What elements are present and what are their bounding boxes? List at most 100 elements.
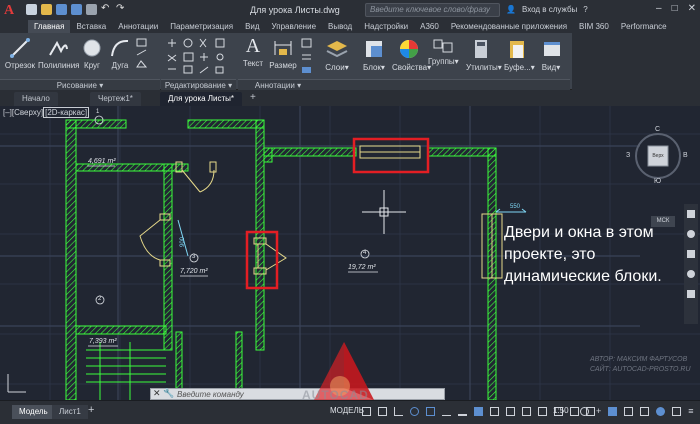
line-icon — [10, 38, 30, 58]
tab-model[interactable]: Модель — [12, 405, 55, 419]
tab-addins[interactable]: Надстройки — [358, 20, 414, 33]
save-icon[interactable] — [56, 4, 67, 15]
tab-view[interactable]: Вид — [239, 20, 265, 33]
user-icon[interactable]: 👤 — [506, 5, 516, 14]
viewport-controls[interactable]: [–][Сверху] [2D-каркас] — [3, 107, 90, 118]
annotation-scale[interactable]: 1:50 — [553, 406, 569, 415]
new-tab-button[interactable]: + — [250, 92, 256, 103]
tutorial-caption: Двери и окна в этом проекте, это динамич… — [504, 224, 662, 285]
author-watermark: АВТОР: МАКСИМ ФАРТУСОВ САЙТ: AUTOCAD-PRO… — [590, 355, 691, 375]
isolate-objects-icon[interactable] — [656, 407, 666, 416]
viewcube-north[interactable]: С — [655, 126, 660, 133]
save-as-icon[interactable] — [71, 4, 82, 15]
search-input[interactable]: Введите ключевое слово/фразу — [365, 3, 500, 17]
line-tool-button[interactable]: Отрезок — [4, 37, 36, 70]
room-area-4: 19,72 m² — [348, 264, 376, 271]
layers-button[interactable]: Слои▾ — [324, 37, 350, 72]
redo-icon[interactable]: ↷ — [116, 4, 127, 15]
tab-a360[interactable]: A360 — [414, 20, 445, 33]
clipboard-button[interactable]: Буфе...▾ — [504, 37, 535, 72]
tab-performance[interactable]: Performance — [615, 20, 673, 33]
clean-screen-icon[interactable] — [672, 407, 682, 416]
dynamic-ucs-icon[interactable] — [522, 407, 531, 416]
viewcube-east[interactable]: В — [683, 152, 688, 159]
annotation-monitor-icon[interactable] — [624, 407, 634, 416]
circle-tool-button[interactable]: Круг — [80, 37, 104, 70]
units-icon[interactable] — [640, 407, 650, 416]
tab-output[interactable]: Вывод — [322, 20, 358, 33]
ortho-icon[interactable] — [394, 407, 403, 416]
groups-button[interactable]: Группы▾ — [428, 37, 459, 66]
edit-panel-title: Редактирование — [164, 81, 226, 90]
door-dimension: 900 — [180, 236, 187, 248]
lineweight-icon[interactable] — [458, 407, 467, 416]
logo-watermark-text: AUTOCAD — [302, 388, 369, 402]
maximize-icon[interactable]: □ — [672, 3, 678, 14]
open-file-icon[interactable] — [41, 4, 52, 15]
edit-panel-label[interactable]: Редактирование ▾ — [161, 79, 236, 90]
command-line[interactable]: ✕ 🔧 Введите команду — [150, 388, 445, 400]
undo-icon[interactable]: ↶ — [101, 4, 112, 15]
viewcube[interactable]: С Ю З В Верх — [626, 126, 688, 185]
transparency-icon[interactable] — [474, 407, 483, 416]
properties-label: Свойства — [392, 63, 428, 72]
3d-osnap-icon[interactable] — [506, 407, 515, 416]
tab-drawing1[interactable]: Чертеж1* — [90, 92, 141, 106]
selection-cycling-icon[interactable] — [490, 407, 499, 416]
draw-small-icons[interactable] — [135, 37, 155, 77]
add-layout-button[interactable]: + — [88, 404, 94, 416]
print-icon[interactable] — [86, 4, 97, 15]
settings-gear-icon[interactable] — [580, 407, 589, 416]
tab-featured-apps[interactable]: Рекомендованные приложения — [445, 20, 573, 33]
room-area-1: 4,691 m² — [88, 158, 116, 165]
tab-insert[interactable]: Вставка — [70, 20, 112, 33]
tab-home[interactable]: Главная — [28, 20, 71, 33]
annotation-panel-label[interactable]: Аннотации ▾ — [238, 79, 318, 90]
signin-link[interactable]: Вход в службы — [522, 5, 577, 14]
tab-parametric[interactable]: Параметризация — [164, 20, 239, 33]
viewcube-west[interactable]: З — [626, 152, 630, 159]
customization-icon[interactable]: ≡ — [688, 407, 693, 416]
osnap-icon[interactable] — [426, 407, 435, 416]
watermark-site: САЙТ: AUTOCAD-PROSTO.RU — [590, 366, 691, 373]
draw-panel-label[interactable]: Рисование ▾ — [0, 79, 160, 90]
annotation-visibility-icon[interactable] — [570, 407, 579, 416]
dimension-icon — [274, 41, 292, 55]
room-number-3: 3 — [192, 254, 196, 260]
text-tool-button[interactable]: A Текст — [242, 35, 264, 68]
viewcube-top-face[interactable]: Верх — [649, 153, 667, 159]
polyline-tool-label: Полилиния — [38, 61, 80, 70]
utilities-button[interactable]: Утилиты▾ — [466, 37, 502, 72]
polyline-tool-button[interactable]: Полилиния — [38, 37, 80, 70]
help-icon[interactable]: ? — [583, 5, 587, 14]
room-number-1: 1 — [96, 109, 100, 115]
plus-icon[interactable]: + — [596, 407, 601, 416]
tab-start[interactable]: Начало — [14, 92, 58, 106]
command-input[interactable]: Введите команду — [177, 389, 244, 400]
line-tool-label: Отрезок — [4, 61, 36, 70]
new-file-icon[interactable] — [26, 4, 37, 15]
otrack-icon[interactable] — [442, 407, 451, 416]
view-button[interactable]: Вид▾ — [540, 37, 562, 72]
tab-current-drawing[interactable]: Для урока Листы* — [160, 92, 243, 106]
dimension-tool-button[interactable]: Размер — [268, 37, 298, 70]
viewport-view-label[interactable]: [–][Сверху] — [3, 108, 43, 117]
block-button[interactable]: Блок▾ — [362, 37, 386, 72]
close-icon[interactable]: ✕ — [688, 3, 696, 14]
tab-annotate[interactable]: Аннотации — [112, 20, 164, 33]
properties-button[interactable]: Свойства▾ — [392, 37, 431, 72]
visual-style-label[interactable]: [2D-каркас] — [43, 107, 90, 118]
annotation-small-icons[interactable] — [300, 37, 314, 77]
polar-icon[interactable] — [410, 407, 419, 416]
tab-bim360[interactable]: BIM 360 — [573, 20, 615, 33]
workspace-icon[interactable] — [608, 407, 618, 416]
selection-filter-icon[interactable] — [538, 407, 547, 416]
edit-tools-icons[interactable] — [164, 37, 232, 77]
tab-layout1[interactable]: Лист1 — [52, 405, 88, 419]
tab-manage[interactable]: Управление — [266, 20, 322, 33]
minimize-icon[interactable]: – — [656, 3, 662, 14]
autocad-logo-icon[interactable]: A — [4, 3, 22, 18]
arc-tool-button[interactable]: Дуга — [108, 37, 132, 70]
viewcube-south[interactable]: Ю — [654, 178, 661, 185]
close-command-icon[interactable]: ✕ 🔧 — [153, 388, 174, 399]
